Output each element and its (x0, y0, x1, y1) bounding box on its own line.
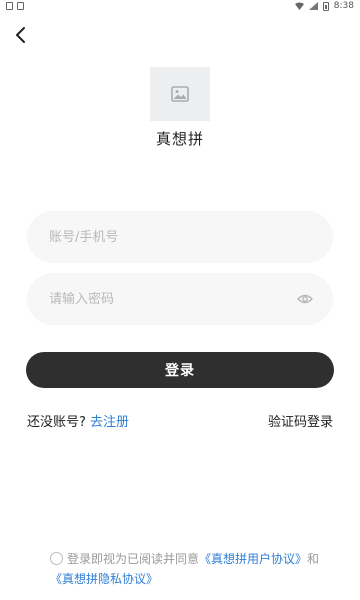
agreement-prefix: 登录即视为已阅读并同意 (67, 552, 200, 566)
notification-icons (6, 2, 24, 10)
back-arrow-icon (16, 27, 25, 43)
sms-login-link[interactable]: 验证码登录 (268, 411, 333, 430)
image-placeholder-icon (171, 86, 189, 102)
password-input[interactable] (47, 290, 297, 308)
notification-icon (17, 2, 24, 10)
register-link[interactable]: 去注册 (90, 415, 129, 430)
agreement: 登录即视为已阅读并同意《真想拼用户协议》和《真想拼隐私协议》 (50, 549, 330, 589)
account-field[interactable] (27, 211, 333, 263)
agreement-checkbox[interactable] (50, 552, 63, 565)
notification-icon (6, 2, 13, 10)
app-name: 真想拼 (155, 130, 204, 148)
login-button[interactable]: 登录 (26, 352, 334, 388)
back-button[interactable] (10, 24, 32, 46)
app-logo (150, 67, 210, 121)
status-right: 8:38 (294, 1, 354, 11)
no-account-text: 还没账号? (27, 415, 86, 430)
account-input[interactable] (47, 228, 313, 246)
register-prompt: 还没账号? 去注册 (27, 411, 129, 430)
user-agreement-link[interactable]: 《真想拼用户协议》 (199, 552, 307, 566)
password-field[interactable] (27, 273, 333, 325)
privacy-policy-link[interactable]: 《真想拼隐私协议》 (50, 572, 158, 586)
status-time: 8:38 (333, 1, 354, 11)
battery-icon (322, 1, 329, 11)
status-bar: 8:38 (0, 0, 360, 14)
wifi-icon (294, 2, 304, 10)
eye-icon[interactable] (297, 291, 313, 307)
signal-icon (308, 2, 318, 10)
agreement-and: 和 (307, 552, 320, 566)
